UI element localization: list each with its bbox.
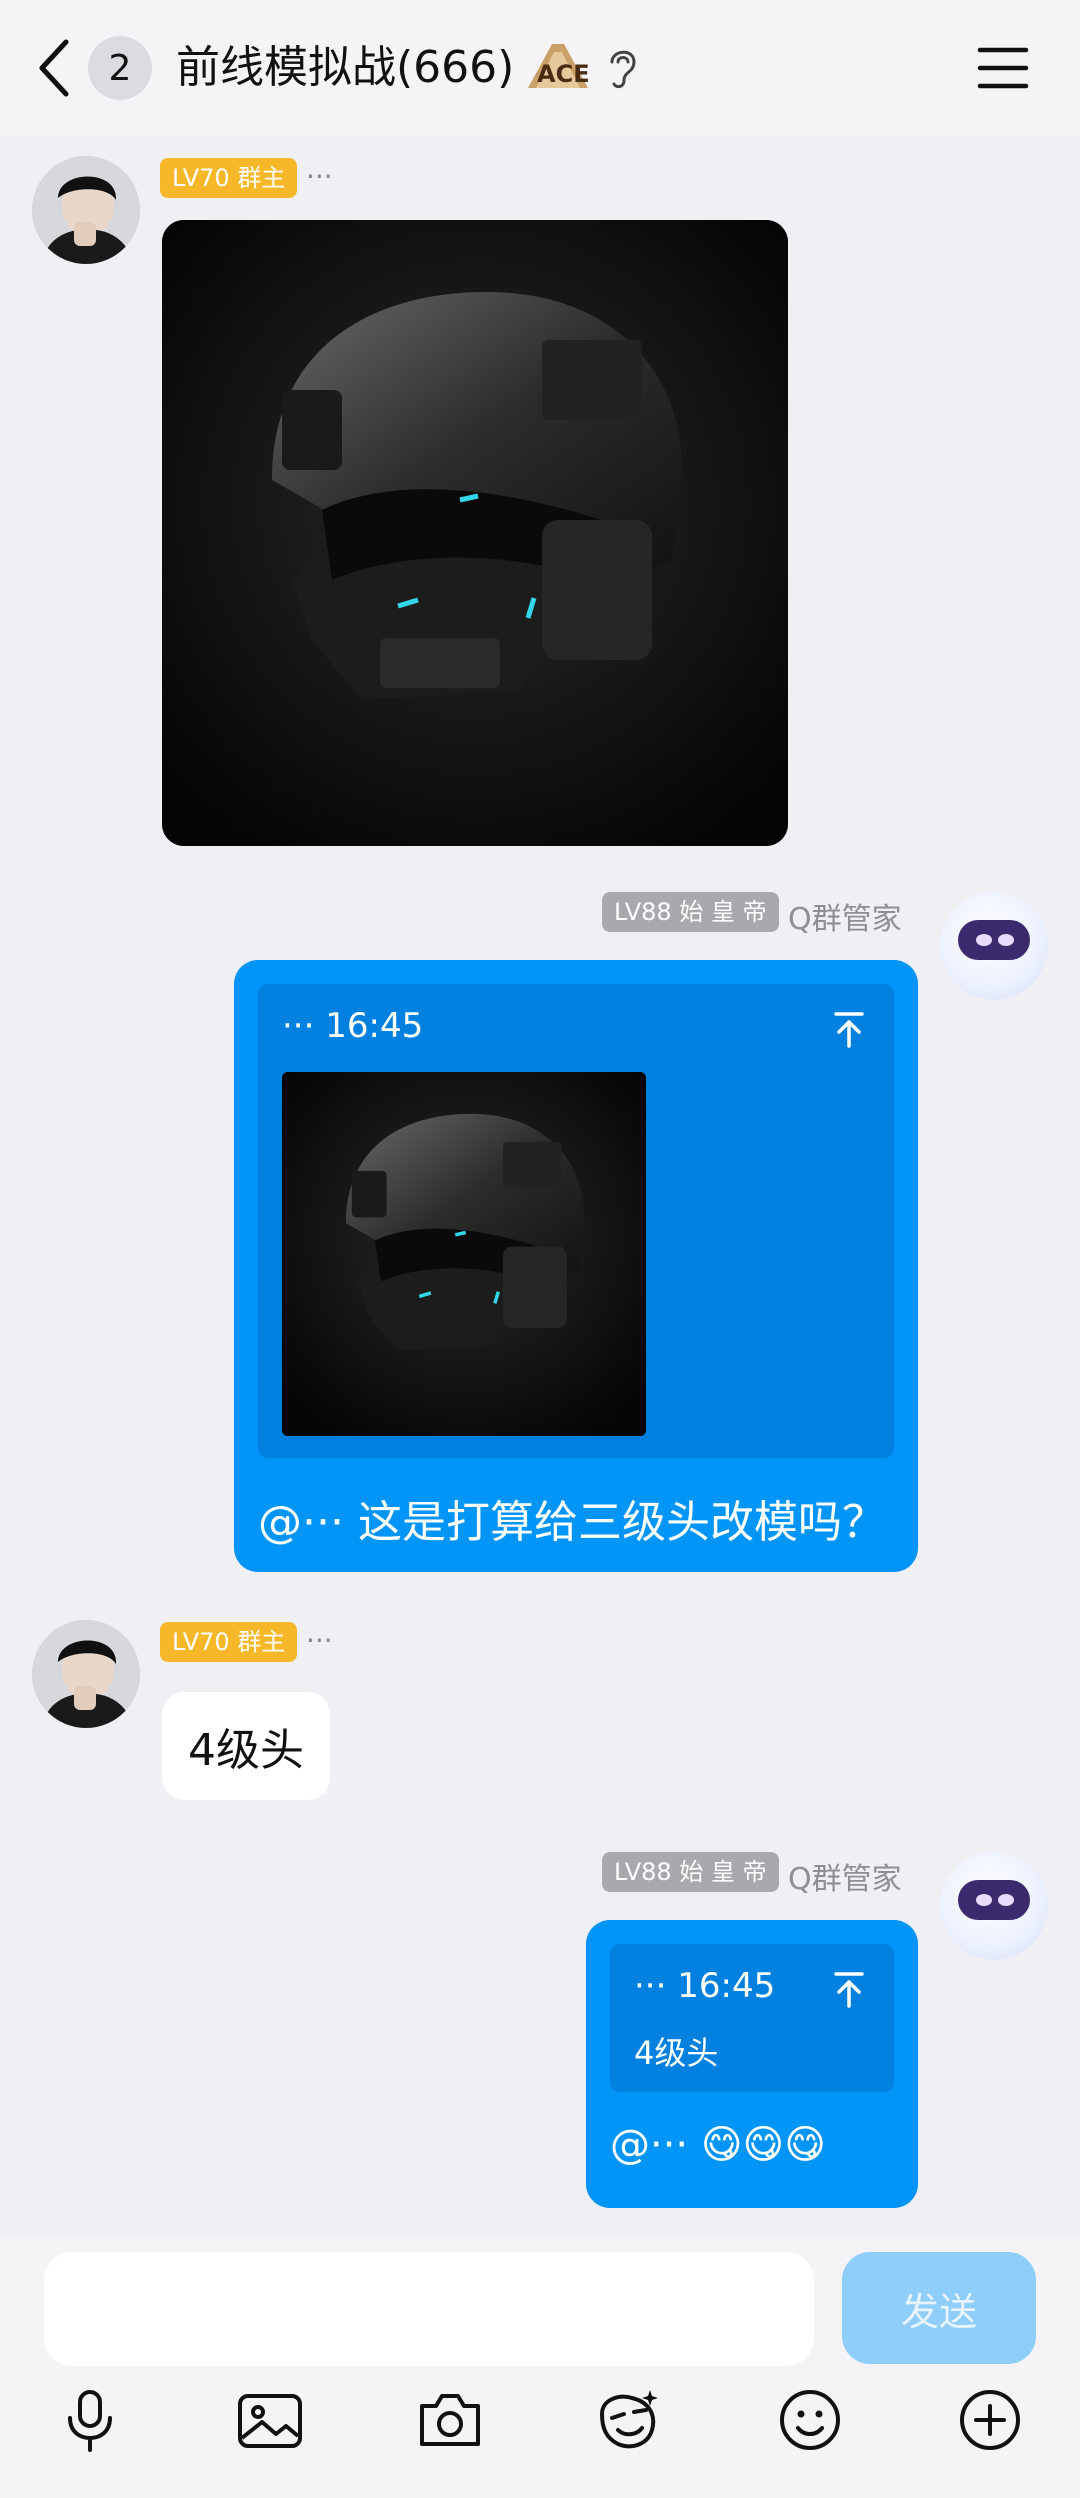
level-tag: LV70 群主 (160, 1622, 298, 1662)
helmet-image (162, 220, 788, 846)
quoted-image[interactable] (282, 1072, 646, 1436)
group-title[interactable]: 前线模拟战(666) (176, 36, 514, 100)
quoted-message[interactable]: ··· 16:45 (258, 984, 894, 1458)
jump-to-original-icon[interactable] (832, 1010, 866, 1048)
sticker-face-icon[interactable] (592, 2384, 664, 2456)
svg-text:ACE: ACE (537, 60, 590, 88)
camera-icon[interactable] (414, 2384, 486, 2456)
send-button[interactable]: 发送 (842, 2252, 1036, 2364)
back-button[interactable] (30, 36, 80, 100)
menu-icon[interactable] (976, 40, 1030, 96)
sender-name[interactable]: ··· (306, 160, 333, 193)
avatar[interactable] (32, 156, 140, 264)
chat-header: 2 前线模拟战(666) ACE (0, 0, 1080, 136)
message-input[interactable] (44, 2252, 814, 2366)
plus-icon[interactable] (954, 2384, 1026, 2456)
avatar[interactable] (32, 1620, 140, 1728)
level-tag: LV88 始 皇 帝 (602, 1852, 779, 1892)
input-bar: 发送 (0, 2236, 1080, 2498)
avatar[interactable] (940, 1852, 1048, 1960)
emoji-icon[interactable] (774, 2384, 846, 2456)
sender-name[interactable]: ··· (306, 1624, 333, 1657)
message-text: @··· 这是打算给三级头改模吗？ (258, 1497, 886, 1548)
level-tag: LV88 始 皇 帝 (602, 892, 779, 932)
quote-meta: ··· 16:45 (282, 1006, 424, 1046)
quote-text: 4级头 (634, 2034, 719, 2072)
message-bubble[interactable]: ··· 16:45 4级头 @··· 😋😋😋 (586, 1920, 918, 2208)
message-bubble[interactable]: 4级头 (162, 1692, 330, 1800)
message-bubble[interactable]: ··· 16:45 @··· 这是打算给三级头改模吗？ (234, 960, 918, 1572)
image-icon[interactable] (234, 2384, 306, 2456)
sender-name[interactable]: Q群管家 (788, 1854, 902, 1898)
microphone-icon[interactable] (54, 2384, 126, 2456)
jump-to-original-icon[interactable] (832, 1970, 866, 2008)
image-message[interactable] (162, 220, 788, 846)
chevron-left-icon (39, 39, 69, 97)
quoted-message[interactable]: ··· 16:45 4级头 (610, 1944, 894, 2092)
sender-name[interactable]: Q群管家 (788, 894, 902, 938)
unread-count-badge[interactable]: 2 (88, 36, 152, 100)
ace-badge-icon[interactable]: ACE (524, 38, 592, 94)
message-text: @··· 😋😋😋 (610, 2122, 826, 2168)
helmet-image (282, 1072, 646, 1436)
ear-icon[interactable] (606, 44, 640, 92)
quote-meta: ··· 16:45 (634, 1966, 776, 2006)
level-tag: LV70 群主 (160, 158, 298, 198)
avatar[interactable] (940, 892, 1048, 1000)
